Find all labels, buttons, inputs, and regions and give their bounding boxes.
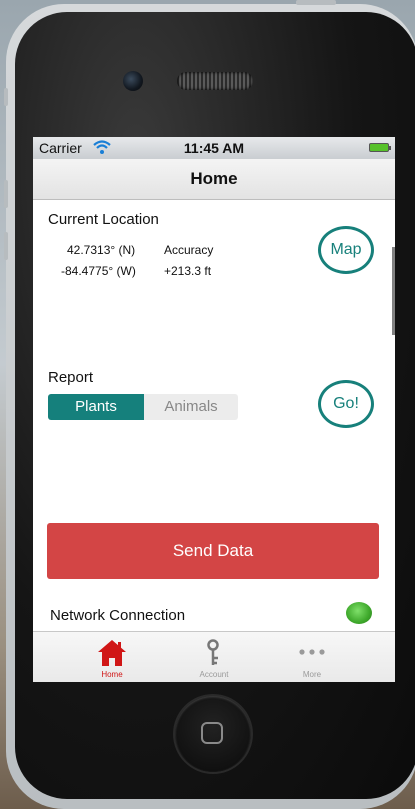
map-button[interactable]: Map: [318, 226, 374, 274]
tab-home-label: Home: [101, 670, 123, 679]
tab-account-label: Account: [199, 670, 229, 679]
segment-animals[interactable]: Animals: [144, 394, 238, 420]
tab-more[interactable]: More: [267, 632, 357, 682]
go-button[interactable]: Go!: [318, 380, 374, 428]
app-screen: Carrier 11:45 AM Home Current Location 4…: [33, 137, 395, 682]
latitude-value: 42.7313° (N): [67, 243, 136, 257]
tab-account[interactable]: Account: [169, 632, 259, 682]
report-label: Report: [48, 369, 94, 386]
tab-bar: Home Account More: [33, 631, 395, 682]
report-type-segmented-control: Plants Animals: [48, 394, 238, 420]
current-location-label: Current Location: [48, 211, 159, 228]
tab-more-label: More: [302, 670, 322, 679]
segment-plants[interactable]: Plants: [48, 394, 144, 420]
page-title: Home: [190, 169, 238, 188]
send-data-button[interactable]: Send Data: [47, 523, 379, 579]
longitude-value: -84.4775° (W): [61, 264, 136, 278]
hardware-home-button[interactable]: [175, 696, 251, 772]
network-connection-label: Network Connection: [50, 607, 186, 624]
battery-icon: [369, 143, 391, 152]
status-time: 11:45 AM: [183, 140, 245, 156]
house-icon: [98, 640, 126, 666]
tab-home[interactable]: Home: [67, 632, 157, 682]
accuracy-value: +213.3 ft: [164, 264, 212, 278]
power-button: [296, 0, 336, 5]
more-dots-icon: [299, 649, 325, 655]
network-status-indicator: [346, 602, 372, 624]
key-icon: [207, 639, 219, 665]
mute-switch: [4, 88, 8, 106]
volume-up-button: [4, 180, 8, 208]
status-bar: Carrier 11:45 AM: [33, 137, 395, 159]
volume-down-button: [4, 232, 8, 260]
home-square-icon: [201, 722, 223, 744]
accuracy-label: Accuracy: [164, 243, 214, 257]
earpiece-speaker: [177, 72, 253, 90]
front-camera: [123, 71, 143, 91]
scroll-indicator: [392, 247, 395, 335]
navigation-bar: Home: [33, 159, 395, 200]
